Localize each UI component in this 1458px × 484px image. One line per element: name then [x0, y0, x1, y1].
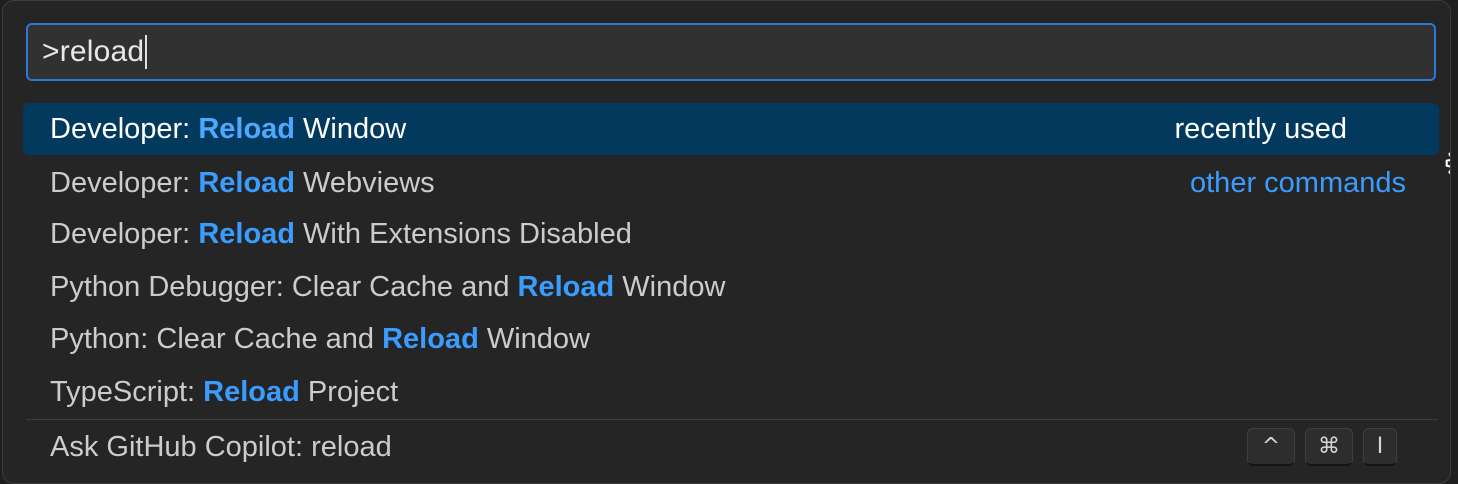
recently-used-label: recently used	[1174, 112, 1348, 145]
keybinding: ^ ⌘ I	[1247, 428, 1397, 466]
match-highlight: Reload	[198, 166, 295, 199]
list-item-developer-reload-webviews[interactable]: Developer: Reload Webviews other command…	[23, 158, 1439, 208]
list-item-developer-reload-window[interactable]: Developer: Reload Window recently used	[23, 103, 1450, 175]
ask-copilot-label: Ask GitHub Copilot: reload	[50, 430, 392, 463]
gear-icon[interactable]	[1363, 111, 1450, 175]
list-item-label: Python Debugger: Clear Cache and Reload …	[50, 270, 726, 303]
list-item-ask-copilot[interactable]: Ask GitHub Copilot: reload ^ ⌘ I	[23, 421, 1439, 473]
list-item-python-debugger-clear-cache-reload[interactable]: Python Debugger: Clear Cache and Reload …	[23, 261, 1439, 313]
text-caret	[145, 35, 148, 69]
match-highlight: Reload	[198, 217, 295, 250]
other-commands-label: other commands	[1190, 166, 1406, 199]
list-item-label: Developer: Reload With Extensions Disabl…	[50, 217, 632, 250]
match-highlight: Reload	[198, 112, 295, 145]
command-palette: >reload Developer: Reload Window recentl…	[2, 0, 1451, 484]
list-item-python-clear-cache-reload[interactable]: Python: Clear Cache and Reload Window	[23, 313, 1439, 365]
list-item-label: TypeScript: Reload Project	[50, 375, 399, 408]
match-highlight: Reload	[382, 322, 479, 355]
list-item-label: Python: Clear Cache and Reload Window	[50, 322, 590, 355]
i-key: I	[1363, 428, 1397, 466]
list-item-label: Developer: Reload Webviews	[50, 166, 435, 199]
cmd-key-icon: ⌘	[1305, 428, 1353, 466]
list-item-developer-reload-extensions-disabled[interactable]: Developer: Reload With Extensions Disabl…	[23, 209, 1439, 259]
list-item-typescript-reload-project[interactable]: TypeScript: Reload Project	[23, 366, 1439, 418]
command-search-input[interactable]: >reload	[26, 23, 1436, 81]
list-item-label: Developer: Reload Window	[50, 112, 407, 145]
match-highlight: Reload	[517, 270, 615, 303]
match-highlight: Reload	[203, 375, 300, 408]
divider	[26, 419, 1438, 420]
search-input-value[interactable]: >reload	[42, 35, 144, 69]
ctrl-key-icon: ^	[1247, 428, 1295, 466]
